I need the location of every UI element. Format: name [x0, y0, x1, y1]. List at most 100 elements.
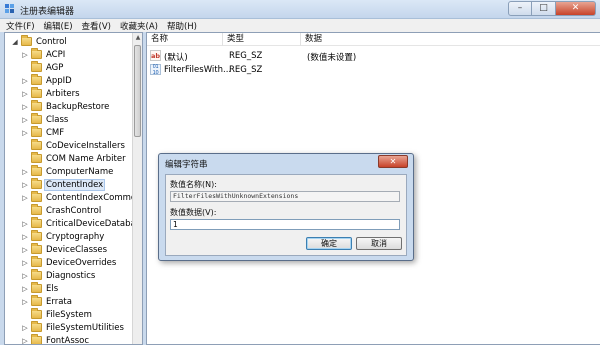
expand-arrow-icon[interactable]: ▷ [21, 194, 29, 202]
tree-item-label: Els [46, 283, 59, 294]
expand-arrow-icon[interactable]: ▷ [21, 285, 29, 293]
expand-arrow-icon[interactable]: ▷ [21, 90, 29, 98]
tree-item-selected[interactable]: ▷ ContentIndex [21, 178, 106, 191]
folder-icon [31, 100, 42, 111]
menu-file[interactable]: 文件(F) [6, 20, 35, 32]
menu-favorites[interactable]: 收藏夹(A) [120, 20, 158, 32]
tree-item[interactable]: ▷ Errata [21, 295, 73, 308]
expand-arrow-icon[interactable]: ▷ [21, 259, 29, 267]
maximize-button[interactable]: □ [532, 1, 556, 16]
window-controls: – □ ✕ [508, 1, 596, 16]
folder-icon [31, 269, 42, 280]
tree-item[interactable]: ▷ AppID [21, 74, 73, 87]
expand-arrow-icon[interactable]: ▷ [21, 129, 29, 137]
value-type: REG_SZ [229, 65, 263, 75]
folder-icon [31, 191, 42, 202]
tree-item-label: FileSystemUtilities [46, 322, 124, 333]
tree-item[interactable]: ▷ Class [21, 113, 69, 126]
folder-icon [31, 126, 42, 137]
menu-help[interactable]: 帮助(H) [167, 20, 197, 32]
folder-icon [31, 308, 42, 319]
column-header-type[interactable]: 类型 [223, 33, 301, 46]
tree-item[interactable]: ▷ CMF [21, 126, 65, 139]
value-name: (默认) [164, 53, 188, 63]
folder-icon [31, 48, 42, 59]
expand-arrow-icon[interactable]: ▷ [21, 116, 29, 124]
minimize-button[interactable]: – [508, 1, 532, 16]
tree-item-label: FontAssoc [46, 335, 90, 345]
tree-item[interactable]: ▷ Cryptography [21, 230, 105, 243]
folder-icon [31, 139, 42, 150]
tree-item-label: ContentIndex [43, 178, 106, 191]
tree-item[interactable]: ▷ FileSystemUtilities [21, 321, 125, 334]
tree-item[interactable]: ▷ DeviceOverrides [21, 256, 117, 269]
value-name: FilterFilesWith... [164, 65, 232, 75]
folder-icon [31, 217, 42, 228]
value-data-input[interactable]: 1 [170, 219, 400, 230]
expand-arrow-icon[interactable]: ▷ [21, 298, 29, 306]
expand-arrow-icon[interactable]: ▷ [21, 51, 29, 59]
expand-arrow-icon[interactable]: ▷ [21, 246, 29, 254]
cancel-button[interactable]: 取消 [356, 237, 402, 250]
value-type: REG_SZ [229, 51, 263, 61]
folder-icon [31, 152, 42, 163]
tree-item[interactable]: ▷ Els [21, 282, 59, 295]
column-header-data[interactable]: 数据 [301, 33, 600, 46]
tree-item[interactable]: ▷ Arbiters [21, 87, 81, 100]
binary-value-icon: 01 10 [150, 64, 161, 75]
tree-item[interactable]: AGP [21, 61, 64, 74]
expand-arrow-icon[interactable]: ▷ [21, 168, 29, 176]
tree-item[interactable]: ▷ DeviceClasses [21, 243, 108, 256]
tree-item-label: Control [36, 36, 67, 47]
value-name-field: FilterFilesWithUnknownExtensions [170, 191, 400, 202]
collapse-arrow-icon[interactable]: ◢ [11, 38, 19, 46]
folder-icon [31, 74, 42, 85]
tree-item-label: ACPI [46, 49, 66, 60]
tree-item-label: DeviceOverrides [46, 257, 117, 268]
tree-item[interactable]: FileSystem [21, 308, 93, 321]
tree-item-label: CrashControl [46, 205, 102, 216]
expand-arrow-icon[interactable]: ▷ [21, 181, 29, 189]
column-header-name[interactable]: 名称 [147, 33, 223, 46]
expand-arrow-icon[interactable]: ▷ [21, 337, 29, 345]
menu-view[interactable]: 查看(V) [82, 20, 111, 32]
scrollbar-thumb[interactable] [134, 45, 141, 137]
tree-item-label: BackupRestore [46, 101, 110, 112]
tree-item[interactable]: ▷ ContentIndexCommon [21, 191, 133, 204]
folder-icon [21, 35, 32, 46]
tree-item[interactable]: ▷ FontAssoc [21, 334, 90, 344]
tree-item[interactable]: CoDeviceInstallers [21, 139, 126, 152]
expand-arrow-icon[interactable]: ▷ [21, 220, 29, 228]
close-button[interactable]: ✕ [556, 1, 596, 16]
value-row[interactable]: 01 10 FilterFilesWith... REG_SZ [147, 63, 600, 77]
menu-edit[interactable]: 编辑(E) [44, 20, 73, 32]
expand-arrow-icon[interactable]: ▷ [21, 233, 29, 241]
folder-icon [31, 178, 42, 189]
tree-item[interactable]: ▷ Diagnostics [21, 269, 96, 282]
folder-icon [31, 282, 42, 293]
expand-arrow-icon[interactable]: ▷ [21, 77, 29, 85]
expand-arrow-icon[interactable]: ▷ [21, 272, 29, 280]
dialog-close-button[interactable]: ✕ [378, 155, 408, 168]
tree-item-label: Arbiters [46, 88, 80, 99]
scroll-up-icon[interactable]: ▲ [133, 33, 142, 43]
expand-arrow-icon[interactable]: ▷ [21, 324, 29, 332]
tree-item[interactable]: CrashControl [21, 204, 102, 217]
registry-tree[interactable]: ◢ Control ▷ ACPI AGP ▷ AppID ▷ Arbiters … [4, 32, 143, 345]
value-data: (数值未设置) [307, 53, 357, 63]
value-row[interactable]: ab (默认) REG_SZ (数值未设置) [147, 49, 600, 63]
expand-arrow-icon[interactable]: ▷ [21, 103, 29, 111]
tree-item-label: AGP [46, 62, 64, 73]
folder-icon [31, 295, 42, 306]
tree-scrollbar[interactable]: ▲ [132, 33, 142, 344]
tree-item[interactable]: COM Name Arbiter [21, 152, 127, 165]
dialog-title: 编辑字符串 [165, 160, 208, 170]
tree-item-control[interactable]: ◢ Control [11, 35, 68, 48]
tree-item[interactable]: ▷ BackupRestore [21, 100, 110, 113]
tree-item[interactable]: ▷ ACPI [21, 48, 66, 61]
tree-item[interactable]: ▷ ComputerName [21, 165, 114, 178]
tree-item[interactable]: ▷ CriticalDeviceDatabase [21, 217, 133, 230]
ok-button[interactable]: 确定 [306, 237, 352, 250]
folder-icon [31, 204, 42, 215]
folder-icon [31, 61, 42, 72]
